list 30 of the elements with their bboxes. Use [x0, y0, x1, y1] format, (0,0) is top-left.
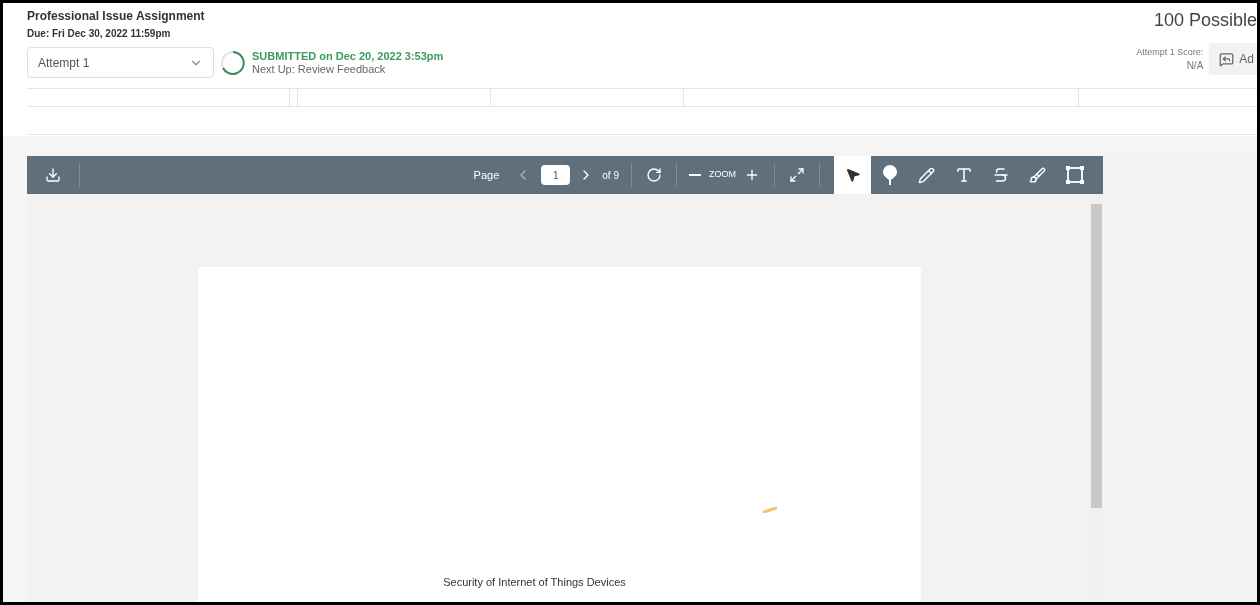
assignment-title: Professional Issue Assignment	[27, 8, 206, 25]
document-title: Security of Internet of Things Devices	[443, 575, 626, 590]
pen-icon	[918, 166, 935, 184]
score-label: Attempt 1 Score:	[1136, 46, 1204, 59]
rotate-icon	[646, 167, 662, 183]
page-count: of 9	[602, 168, 619, 183]
zoom-label: ZOOM	[709, 168, 736, 182]
score-value: N/A	[1186, 59, 1204, 72]
highlight-mark	[762, 507, 777, 513]
area-select-icon	[1065, 166, 1084, 184]
next-step: Next Up: Review Feedback	[252, 62, 444, 76]
text-icon	[954, 166, 973, 184]
submission-status: SUBMITTED on Dec 20, 2022 3:53pm	[252, 49, 444, 63]
annotation-tool[interactable]	[834, 156, 871, 194]
brush-icon	[1029, 166, 1046, 184]
minus-icon	[689, 174, 701, 176]
strikethrough-icon	[991, 166, 1010, 184]
page-label: Page	[473, 167, 500, 183]
download-icon	[45, 167, 61, 183]
attempt-dropdown[interactable]: Attempt 1	[27, 47, 214, 78]
pin-icon	[881, 165, 898, 185]
plus-icon	[744, 167, 760, 183]
page-number-field[interactable]: 1	[541, 165, 571, 185]
feedback-button[interactable]: Ad	[1209, 43, 1257, 75]
progress-ring-icon	[220, 49, 246, 76]
possible-points: 100 Possible	[1153, 9, 1257, 32]
due-date: Due: Fri Dec 30, 2022 11:59pm	[27, 27, 172, 41]
comment-icon	[1219, 51, 1235, 67]
cursor-icon	[844, 167, 861, 183]
expand-icon	[789, 167, 805, 183]
